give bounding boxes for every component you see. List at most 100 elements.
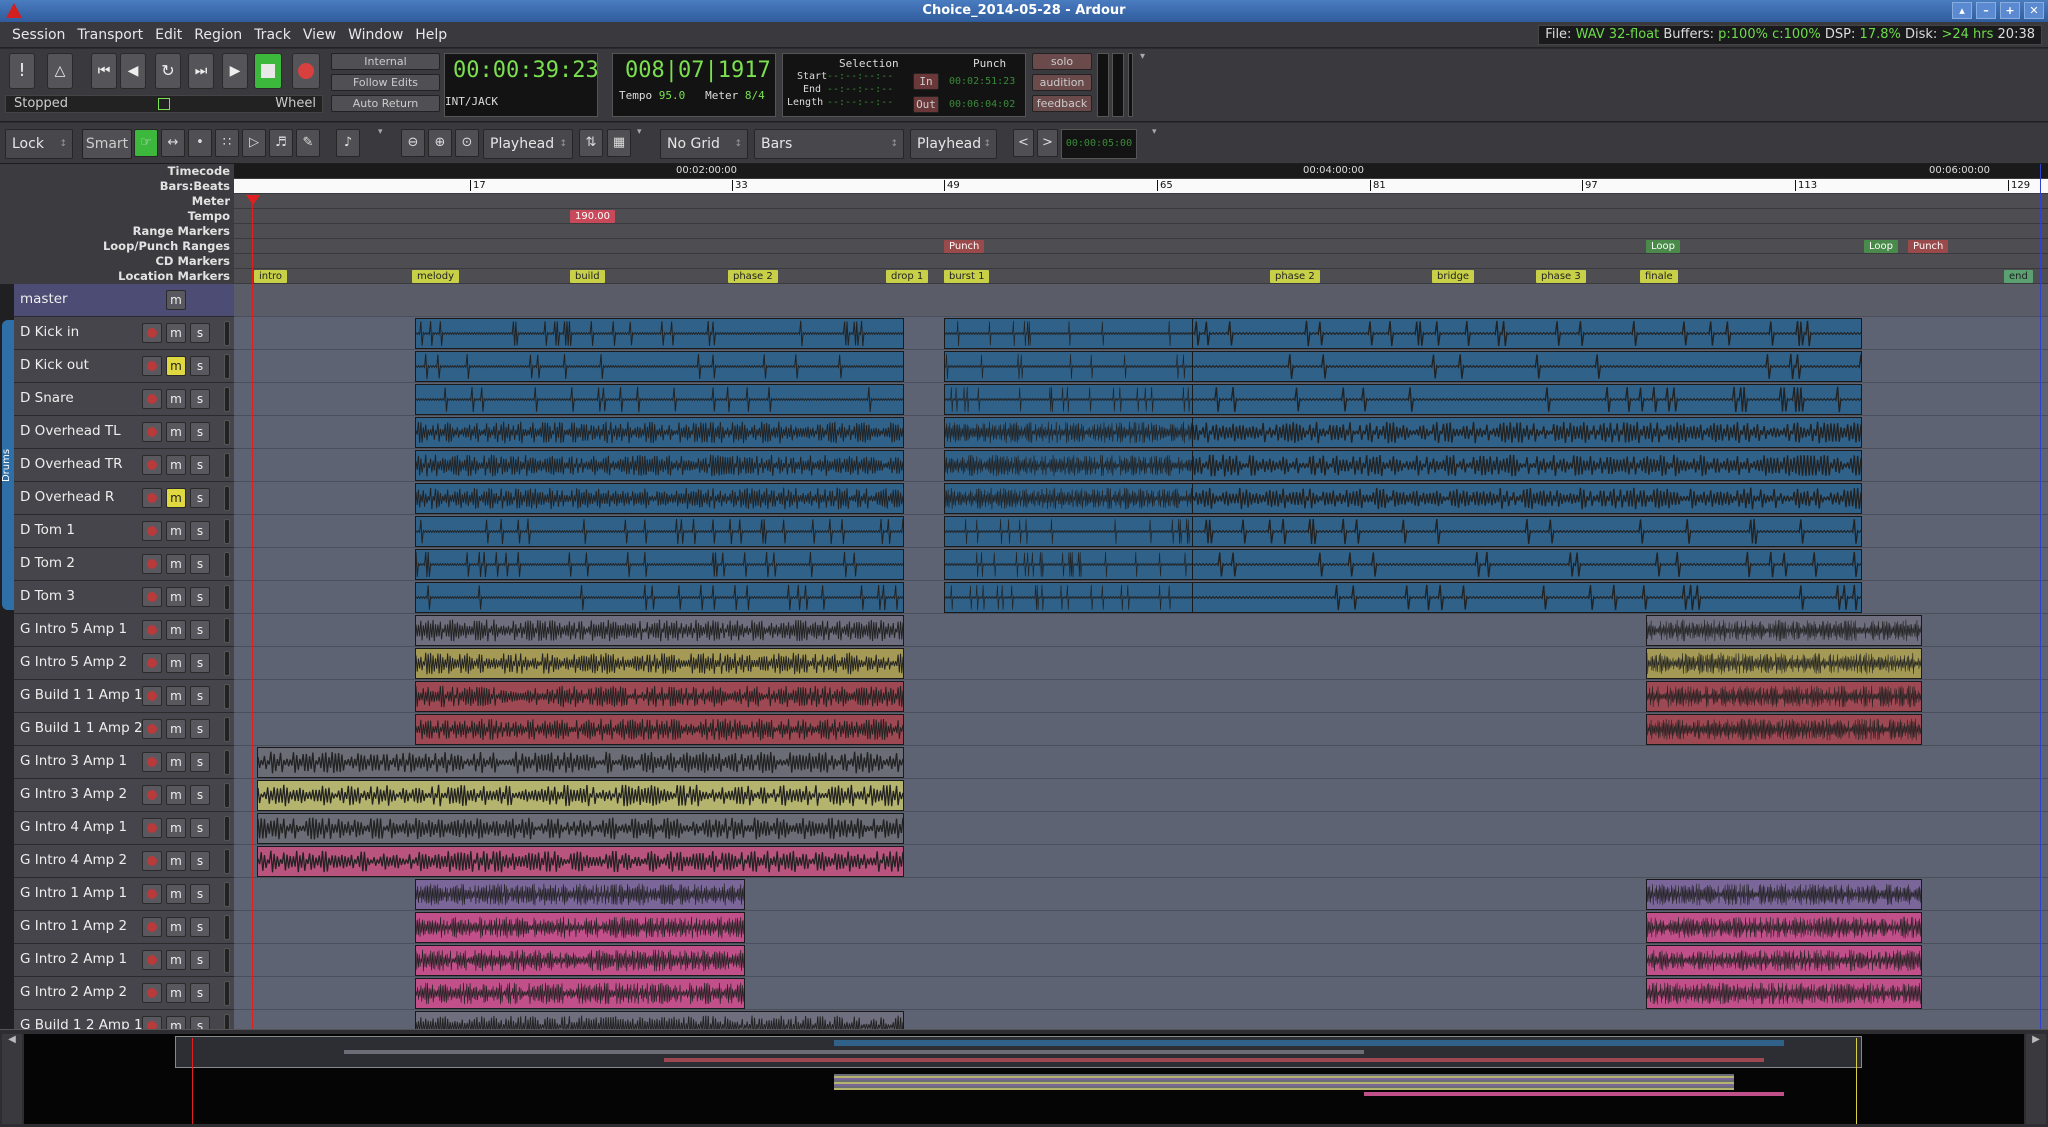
mute-button[interactable]: m [166,653,186,673]
track-name[interactable]: G Build 1 1 Amp 1 [20,687,143,703]
record-arm-button[interactable] [142,422,162,442]
tempo-marker[interactable]: 190.00 [570,210,615,223]
audio-region[interactable] [415,417,904,448]
mute-button[interactable]: m [166,785,186,805]
audio-region[interactable] [1646,912,1922,943]
menu-session[interactable]: Session [6,27,71,43]
internal-edit-icon[interactable]: ♪ [336,129,360,157]
track-header[interactable]: D Tom 2 m s [14,548,234,581]
track-lane[interactable] [234,416,2048,449]
track-name[interactable]: D Snare [20,390,74,406]
goto-end-button[interactable]: ⏭ [188,53,214,89]
solo-button[interactable]: s [190,686,210,706]
grid-unit-dropdown[interactable]: Bars [754,129,904,159]
solo-button[interactable]: s [190,422,210,442]
selection-end-clock[interactable]: --:--:--:-- [827,84,893,95]
solo-button[interactable]: s [190,917,210,937]
mute-button[interactable]: m [166,422,186,442]
nudge-backward-icon[interactable]: < [1013,129,1034,157]
audio-region[interactable] [1646,681,1922,712]
audio-region[interactable] [257,780,904,811]
audio-region[interactable] [1192,384,1862,415]
audio-region[interactable] [257,747,904,778]
mute-button[interactable]: m [166,455,186,475]
audio-region[interactable] [1646,648,1922,679]
audio-region[interactable] [415,945,745,976]
solo-button[interactable]: s [190,356,210,376]
mute-button[interactable]: m [166,851,186,871]
audio-region[interactable] [1192,450,1862,481]
track-lane[interactable] [234,317,2048,350]
track-header[interactable]: G Intro 1 Amp 2 m s [14,911,234,944]
mute-button[interactable]: m [166,983,186,1003]
audio-region[interactable] [415,384,904,415]
playhead[interactable] [252,196,253,1029]
record-arm-button[interactable] [142,851,162,871]
mute-button[interactable]: m [166,323,186,343]
track-lane[interactable] [234,383,2048,416]
ruler-meter-label[interactable]: Meter [0,194,234,209]
record-arm-button[interactable] [142,653,162,673]
audio-region[interactable] [1646,978,1922,1009]
track-lane[interactable] [234,482,2048,515]
track-name[interactable]: G Intro 2 Amp 1 [20,951,127,967]
ruler-tempo-label[interactable]: Tempo [0,209,234,224]
selection-start-clock[interactable]: --:--:--:-- [827,71,893,82]
track-lane[interactable] [234,746,2048,779]
track-name[interactable]: G Intro 1 Amp 1 [20,885,127,901]
summary-scroll-left[interactable]: ◀ [2,1034,22,1124]
track-lane[interactable] [234,350,2048,383]
audio-region[interactable] [415,912,745,943]
master-track-header[interactable]: master m [14,284,234,317]
location-marker[interactable]: phase 3 [1536,270,1586,283]
goto-start-button[interactable]: ⏮ [91,53,117,89]
smart-mode-button[interactable]: Smart [82,129,132,159]
solo-button[interactable]: s [190,323,210,343]
track-name[interactable]: D Kick in [20,324,79,340]
auto-return-button[interactable]: Auto Return [331,95,440,112]
visible-tracks-icon[interactable]: ▾ [637,127,642,137]
ruler-bbt-label[interactable]: Bars:Beats [0,179,234,194]
audio-region[interactable] [415,648,904,679]
track-header[interactable]: G Intro 3 Amp 1 m s [14,746,234,779]
punch-out-clock[interactable]: 00:06:04:02 [949,99,1015,110]
cd-markers-ruler[interactable] [234,254,2048,269]
record-arm-button[interactable] [142,554,162,574]
audio-region[interactable] [257,846,904,877]
record-button[interactable] [292,53,320,89]
location-marker[interactable]: melody [412,270,460,283]
track-lane[interactable] [234,581,2048,614]
ruler-location-label[interactable]: Location Markers [0,269,234,284]
zoom-session-icon[interactable]: ⊙ [455,129,479,157]
solo-button[interactable]: s [190,752,210,772]
punch-in-button[interactable]: In [913,73,939,90]
location-marker[interactable]: finale [1640,270,1678,283]
location-marker[interactable]: bridge [1432,270,1475,283]
selection-length-clock[interactable]: --:--:--:-- [827,97,893,108]
group-tab-drums[interactable]: Drums [1,320,14,610]
ruler-loop-punch-label[interactable]: Loop/Punch Ranges [0,239,234,254]
audio-region[interactable] [1646,879,1922,910]
track-header[interactable]: D Tom 1 m s [14,515,234,548]
location-marker[interactable]: phase 2 [728,270,778,283]
track-lane[interactable] [234,812,2048,845]
solo-button[interactable]: s [190,620,210,640]
solo-button[interactable]: s [190,983,210,1003]
location-marker[interactable]: intro [254,270,288,283]
audio-region[interactable] [257,813,904,844]
edit-point-dropdown[interactable]: Playhead [910,129,997,159]
mute-button[interactable]: m [166,719,186,739]
track-name[interactable]: D Tom 1 [20,522,75,538]
edit-lock-dropdown[interactable]: Lock [5,129,73,159]
track-name[interactable]: D Overhead R [20,489,114,505]
track-name[interactable]: master [20,291,68,307]
audio-region[interactable] [1192,318,1862,349]
location-marker[interactable]: phase 2 [1270,270,1320,283]
grid-tool-icon[interactable]: ∷ [215,129,239,157]
record-arm-button[interactable] [142,389,162,409]
menu-view[interactable]: View [297,27,342,43]
audio-region[interactable] [1192,516,1862,547]
mute-button[interactable]: m [166,587,186,607]
timecode-ruler[interactable]: 00:02:00:00 00:04:00:00 00:06:00:00 [234,164,2048,179]
mute-button[interactable]: m [166,884,186,904]
